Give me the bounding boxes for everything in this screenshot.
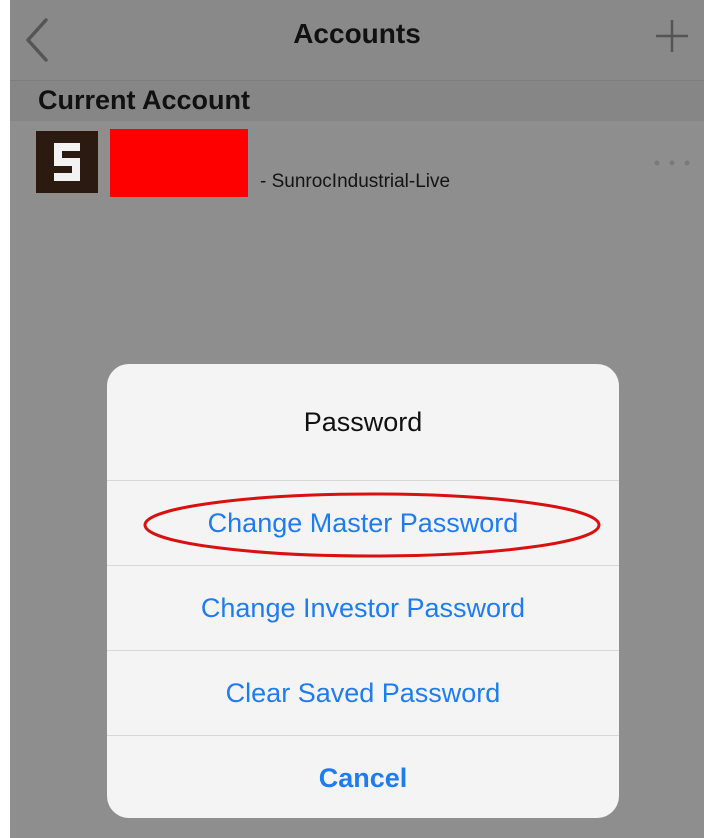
account-server: - SunrocIndustrial-Live <box>260 171 451 192</box>
page-title: Accounts <box>293 18 421 49</box>
action-sheet-title: Password <box>107 364 619 481</box>
plus-icon[interactable] <box>654 18 690 54</box>
redacted-account-name <box>110 129 248 197</box>
accounts-screen: Accounts Current Account - SunrocIndustr… <box>10 0 704 838</box>
navigation-bar: Accounts <box>10 0 704 81</box>
account-row[interactable]: - SunrocIndustrial-Live <box>10 121 704 211</box>
cancel-button[interactable]: Cancel <box>107 736 619 818</box>
clear-saved-password-button[interactable]: Clear Saved Password <box>107 651 619 736</box>
account-s-logo <box>36 131 98 193</box>
current-account-section-header: Current Account <box>10 81 704 121</box>
change-master-password-button[interactable]: Change Master Password <box>107 481 619 566</box>
password-action-sheet: Password Change Master Password Change I… <box>107 364 619 818</box>
section-title: Current Account <box>38 85 251 115</box>
more-dots-icon[interactable] <box>652 159 692 167</box>
change-investor-password-button[interactable]: Change Investor Password <box>107 566 619 651</box>
